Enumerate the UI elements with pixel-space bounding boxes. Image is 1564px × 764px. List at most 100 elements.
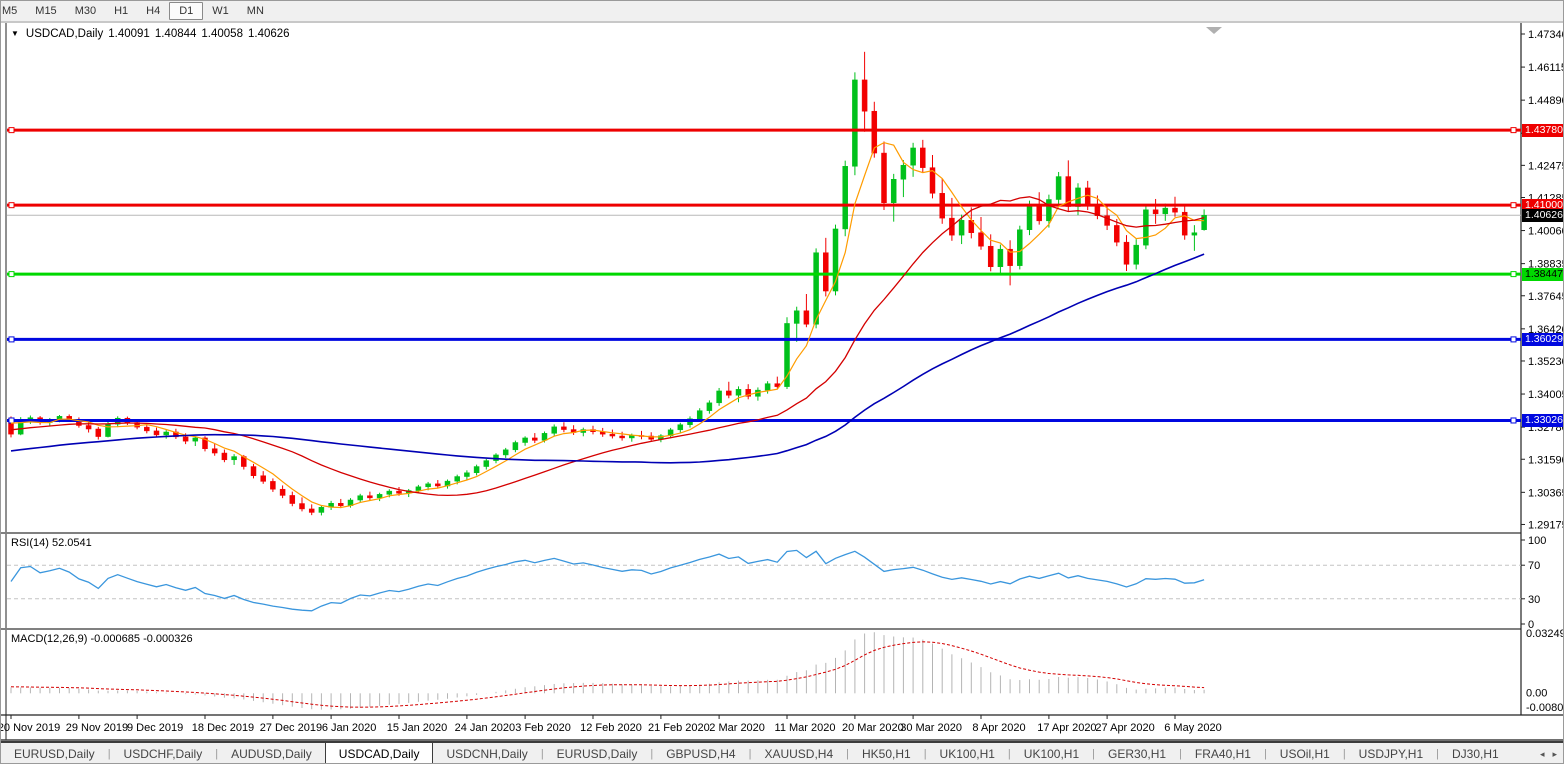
price-tick-label: 1.31590 [1528,454,1564,466]
chart-tab-xauusd-h4[interactable]: XAUUSD,H4 [751,744,846,763]
date-tick-label: 6 Jan 2020 [322,722,376,734]
candle-body [629,435,635,439]
date-tick-label: 12 Feb 2020 [580,722,642,734]
chart-ohlc-header: ▼ USDCAD,Daily 1.40091 1.40844 1.40058 1.4062… [11,28,295,40]
candle-body [435,483,441,487]
candle-body [910,147,916,166]
ohlc-low: 1.40058 [201,28,243,40]
candle-body [1133,244,1139,265]
timeframe-button-mn[interactable]: MN [238,2,273,20]
chart-tab-hk50-h1[interactable]: HK50,H1 [849,744,924,763]
candle-body [182,436,189,442]
level-anchor-handle[interactable] [8,127,15,134]
chart-tab-ger30-h1[interactable]: GER30,H1 [1095,744,1179,763]
price-tick-label: 1.44890 [1528,95,1564,107]
chart-tab-uk100-h1[interactable]: UK100,H1 [927,744,1008,763]
level-anchor-handle[interactable] [1510,417,1517,424]
window-left-border [5,23,7,740]
candle-body [270,481,276,490]
price-tick-label: 1.40060 [1528,226,1564,238]
macd-tick-label: 0.00 [1526,687,1547,699]
chart-tab-usdcad-daily[interactable]: USDCAD,Daily [324,743,434,763]
level-anchor-handle[interactable] [1510,127,1517,134]
price-tick-label: 1.29175 [1528,519,1564,531]
tab-scroll-right-icon[interactable]: ▸ [1552,749,1557,759]
chart-tab-dj30-h1[interactable]: DJ30,H1 [1439,744,1512,763]
collapse-arrow-icon[interactable]: ▼ [11,29,19,38]
date-tick-label: 3 Feb 2020 [515,722,571,734]
chart-tab-eurusd-daily[interactable]: EURUSD,Daily [1,744,108,763]
candle-body [978,232,984,247]
candle-body [735,389,742,396]
level-anchor-handle[interactable] [1510,202,1517,209]
candle-body [502,449,509,456]
chart-tab-usdcnh-daily[interactable]: USDCNH,Daily [433,744,540,763]
candle-body [522,437,528,443]
timeframe-button-w1[interactable]: W1 [203,2,238,20]
chart-tab-fra40-h1[interactable]: FRA40,H1 [1182,744,1264,763]
candle-body [1143,209,1149,246]
level-anchor-handle[interactable] [8,336,15,343]
candle-body [861,79,868,112]
candle-body [619,435,625,439]
rsi-tick-label: 100 [1528,535,1546,547]
timeframe-button-m15[interactable]: M15 [26,2,65,20]
ohlc-open: 1.40091 [108,28,150,40]
candle-body [153,430,160,436]
price-tick-label: 1.42475 [1528,160,1564,172]
chart-tab-eurusd-daily[interactable]: EURUSD,Daily [544,744,651,763]
level-anchor-handle[interactable] [1510,336,1517,343]
ohlc-high: 1.40844 [154,28,197,40]
chart-tab-gbpusd-h4[interactable]: GBPUSD,H4 [653,744,748,763]
candle-body [415,486,422,491]
chart-tab-uk100-h1[interactable]: UK100,H1 [1011,744,1092,763]
date-tick-label: 18 Dec 2019 [192,722,254,734]
timeframe-button-h4[interactable]: H4 [137,2,169,20]
candle-body [85,425,92,430]
level-anchor-handle[interactable] [8,417,15,424]
candle-body [163,431,169,436]
candle-body [1026,205,1033,231]
candle-body [1036,205,1042,222]
level-anchor-handle[interactable] [1510,271,1517,278]
candle-body [1114,225,1120,243]
candle-body [813,252,819,325]
chart-tab-usoil-h1[interactable]: USOil,H1 [1267,744,1343,763]
candle-body [396,490,402,494]
candle-body [958,220,965,236]
candle-body [367,495,373,499]
date-tick-label: 2 Mar 2020 [709,722,765,734]
candle-body [987,245,994,267]
chart-tab-usdjpy-h1[interactable]: USDJPY,H1 [1346,744,1436,763]
tab-scroll-arrows: ◂ ▸ [1532,743,1557,763]
date-tick-label: 8 Apr 2020 [972,722,1025,734]
candle-body [1017,229,1023,266]
candle-body [279,488,286,496]
chart-tab-usdchf-daily[interactable]: USDCHF,Daily [111,744,216,763]
chart-tab-audusd-daily[interactable]: AUDUSD,Daily [218,744,325,763]
candle-body [696,410,703,419]
macd-indicator-label: MACD(12,26,9) -0.000685 -0.000326 [11,633,193,645]
macd-pane-splitter[interactable] [1,628,1521,630]
price-tick-label: 1.30365 [1528,487,1564,499]
candle-body [260,475,266,482]
timeframe-button-d1[interactable]: D1 [169,2,204,20]
date-tick-label: 30 Mar 2020 [900,722,962,734]
timeframe-button-m30[interactable]: M30 [66,2,105,20]
candle-body [793,310,800,324]
candle-body [764,383,771,391]
candle-body [1046,199,1052,222]
timeframe-button-m5[interactable]: M5 [1,2,26,20]
candle-body [192,437,199,442]
rsi-pane-splitter[interactable] [1,532,1521,534]
candle-body [803,310,810,325]
price-chart-canvas[interactable]: 1.473401.461151.448901.436651.424751.412… [1,21,1564,741]
level-price-badge: 1.36029 [1522,333,1563,346]
timeframe-button-h1[interactable]: H1 [105,2,137,20]
candle-body [1055,176,1062,200]
tab-scroll-left-icon[interactable]: ◂ [1540,749,1545,759]
level-anchor-handle[interactable] [8,202,15,209]
candle-body [561,426,567,430]
rsi-tick-label: 30 [1528,594,1540,606]
level-anchor-handle[interactable] [8,271,15,278]
